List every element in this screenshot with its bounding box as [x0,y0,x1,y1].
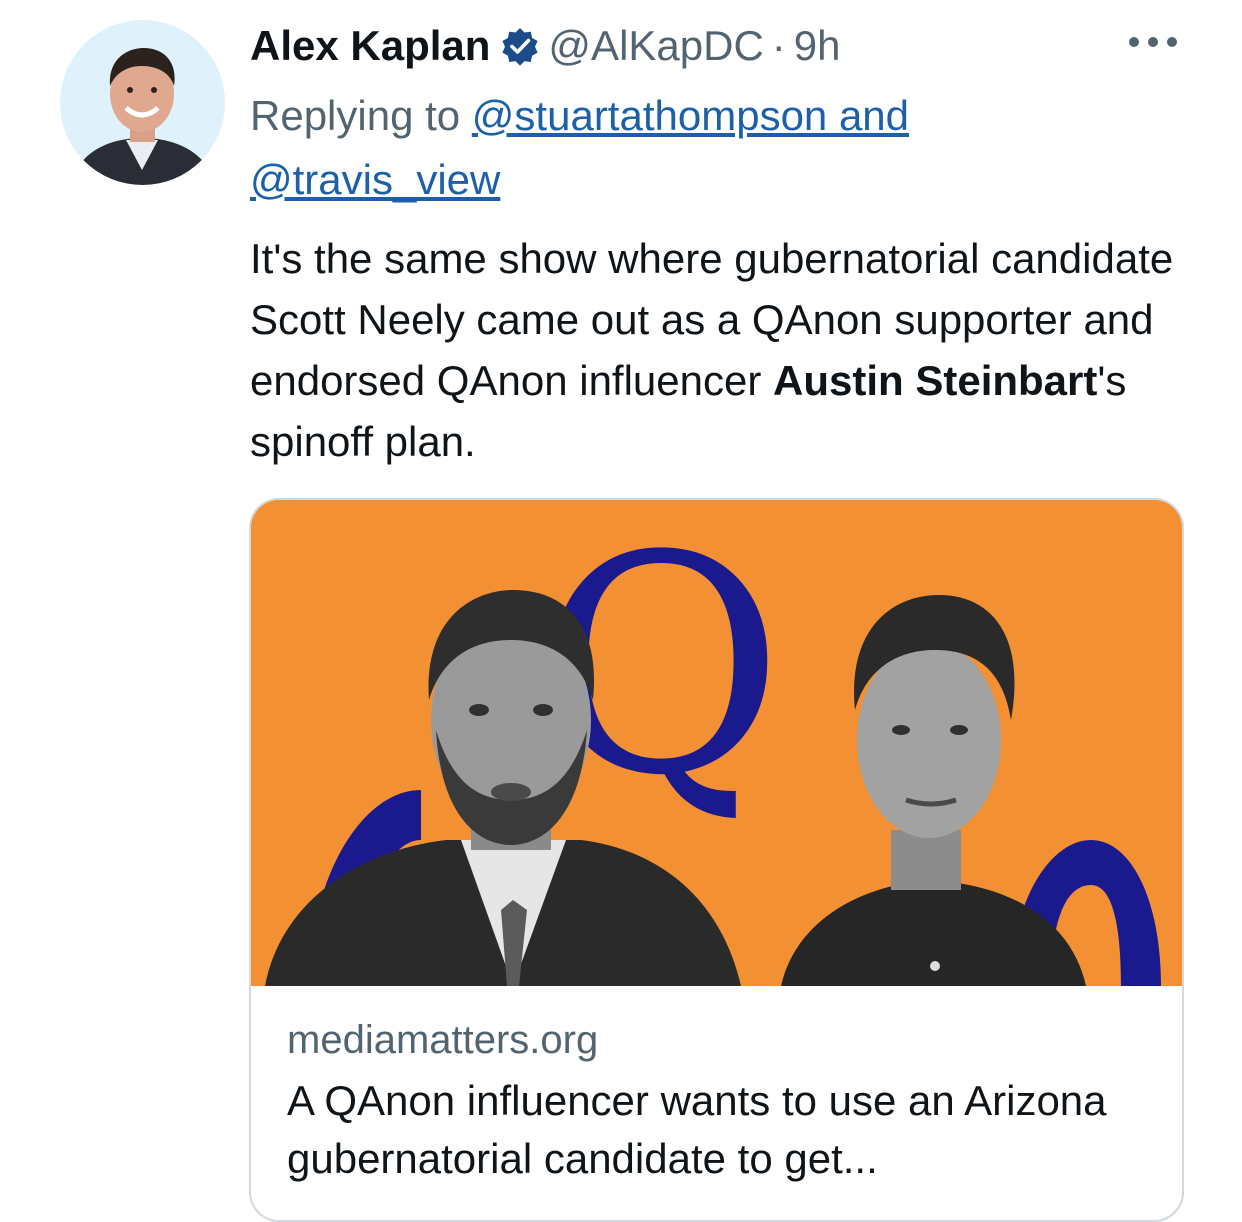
avatar-photo [60,20,225,185]
author-handle[interactable]: @AlKapDC [548,22,763,70]
link-preview-card[interactable]: Q mediamatters.org A QAnon influencer wa… [249,498,1184,1222]
mention-stuartathompson[interactable]: @stuartathompson and [472,92,909,139]
author-avatar[interactable] [60,20,225,185]
tweet-text: It's the same show where gubernatorial c… [250,228,1180,472]
reply-context: Replying to @stuartathompson and @travis… [250,84,1150,212]
header-separator: · [771,22,786,69]
card-domain: mediamatters.org [287,1018,599,1062]
mention-travis-view[interactable]: @travis_view [250,156,500,203]
more-options-icon[interactable] [1125,30,1181,54]
author-name[interactable]: Alex Kaplan [250,22,490,70]
card-image[interactable]: Q [251,500,1182,986]
tweet-header: Alex Kaplan @AlKapDC · 9h [250,18,841,74]
card-title: A QAnon influencer wants to use an Arizo… [287,1077,1107,1182]
tweet-timestamp[interactable]: 9h [794,22,841,70]
reply-prefix: Replying to [250,92,461,139]
verified-badge-icon [500,26,540,66]
tweet-text-bold: Austin Steinbart [773,357,1098,404]
